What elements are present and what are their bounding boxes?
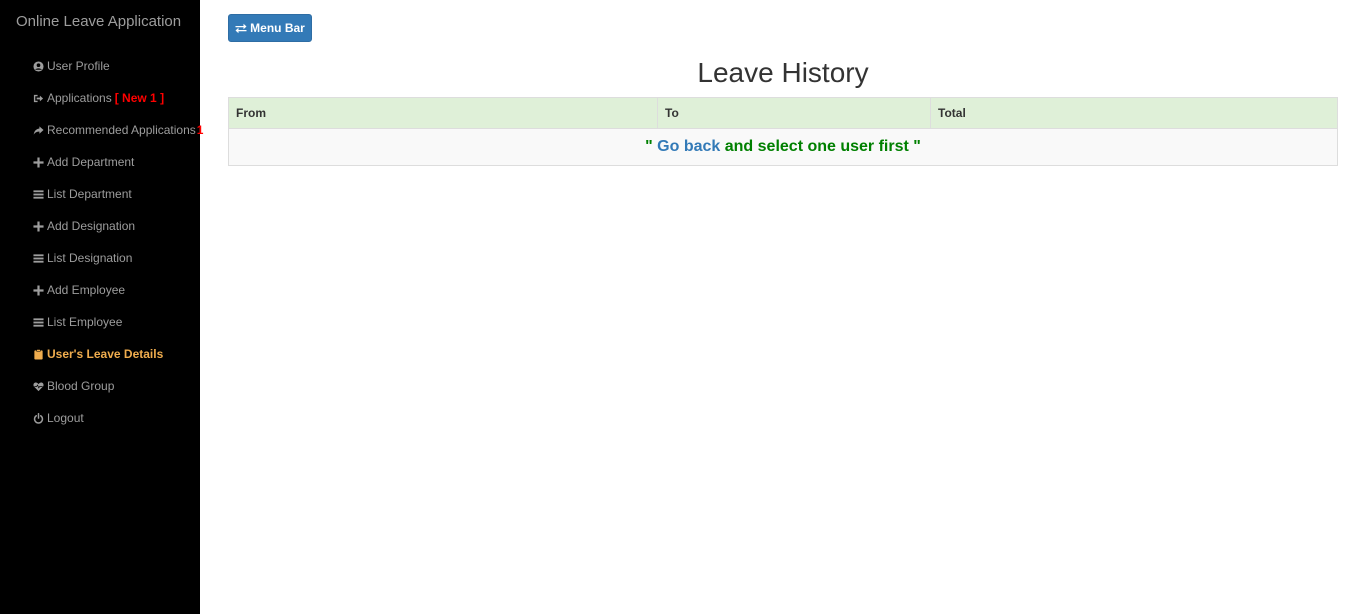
sidebar-item-label: List Employee — [47, 315, 123, 329]
empty-state-message: " Go back and select one user first " — [228, 128, 1338, 166]
go-back-link[interactable]: Go back — [657, 138, 720, 155]
app-title[interactable]: Online Leave Application — [16, 13, 181, 30]
sidebar-item-label: Add Department — [47, 155, 135, 169]
power-icon — [32, 412, 44, 424]
leave-history-table: From To Total " Go back and select one u… — [228, 97, 1338, 166]
list-icon — [32, 316, 44, 328]
heartbeat-icon — [32, 380, 44, 392]
new-applications-badge: [ New 1 ] — [114, 91, 165, 105]
user-circle-icon — [32, 60, 44, 72]
sidebar-item-recommended-applications[interactable]: Recommended Applications 1 — [0, 114, 203, 146]
sidebar-item-label: Logout — [47, 411, 84, 425]
column-header-total: Total — [930, 97, 1338, 129]
table-header-row: From To Total — [228, 97, 1338, 129]
plus-icon — [32, 156, 44, 168]
column-header-from: From — [228, 97, 658, 129]
list-icon — [32, 252, 44, 264]
sidebar-item-blood-group[interactable]: Blood Group — [0, 370, 200, 402]
sidebar-item-users-leave-details[interactable]: User's Leave Details — [0, 338, 200, 370]
list-icon — [32, 188, 44, 200]
sidebar-item-list-department[interactable]: List Department — [0, 178, 200, 210]
sidebar-item-list-designation[interactable]: List Designation — [0, 242, 200, 274]
sign-out-icon — [32, 92, 44, 104]
page-title: Leave History — [697, 57, 869, 88]
column-header-to: To — [657, 97, 931, 129]
sidebar-item-label: Recommended Applications — [47, 123, 196, 137]
sidebar-item-add-designation[interactable]: Add Designation — [0, 210, 200, 242]
menu-bar-label: Menu Bar — [250, 21, 305, 35]
message-suffix: and select one user first " — [720, 138, 921, 155]
sidebar-item-logout[interactable]: Logout — [0, 402, 200, 434]
sidebar-item-label: Applications — [47, 91, 112, 105]
sidebar-item-add-employee[interactable]: Add Employee — [0, 274, 200, 306]
sidebar-item-user-profile[interactable]: User Profile — [0, 50, 200, 82]
recommended-count-badge: 1 — [196, 123, 204, 137]
sidebar-item-label: User Profile — [47, 59, 110, 73]
share-arrow-icon — [32, 124, 44, 136]
sidebar-item-label: Add Employee — [47, 283, 126, 297]
sidebar-item-applications[interactable]: Applications [ New 1 ] — [0, 82, 200, 114]
sidebar-item-label: List Department — [47, 187, 132, 201]
clipboard-icon — [32, 348, 44, 360]
sidebar-item-add-department[interactable]: Add Department — [0, 146, 200, 178]
sidebar-item-label: Add Designation — [47, 219, 136, 233]
sidebar-item-label: User's Leave Details — [47, 347, 164, 361]
main-content: Menu Bar Leave History From To Total " G… — [228, 0, 1338, 614]
menu-bar-button[interactable]: Menu Bar — [228, 14, 312, 42]
sidebar-item-label: List Designation — [47, 251, 133, 265]
plus-icon — [32, 284, 44, 296]
sidebar-item-list-employee[interactable]: List Employee — [0, 306, 200, 338]
sidebar-item-label: Blood Group — [47, 379, 115, 393]
plus-icon — [32, 220, 44, 232]
sidebar: Online Leave Application User Profile Ap… — [0, 0, 203, 614]
transfer-icon — [235, 23, 247, 33]
sidebar-nav: User Profile Applications [ New 1 ] Reco… — [0, 50, 203, 434]
table-row: " Go back and select one user first " — [228, 128, 1338, 166]
message-prefix: " — [645, 138, 658, 155]
